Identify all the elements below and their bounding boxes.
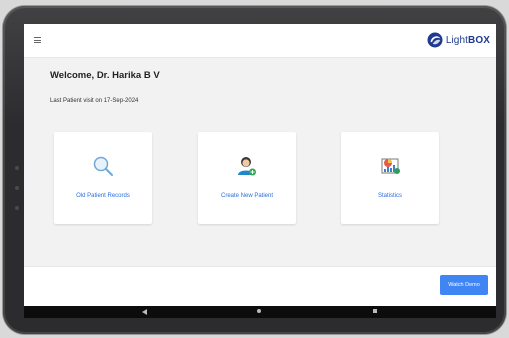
sensor-dot [15,166,19,170]
statistics-icon [381,158,400,174]
logo-text: LightBOX [446,35,490,46]
card-label-old-patient-records: Old Patient Records [76,193,130,199]
create-new-patient-card[interactable]: Create New Patient [198,132,296,224]
android-navbar [24,306,496,318]
recent-square-icon[interactable] [373,309,377,313]
watch-demo-button[interactable]: Watch Demo [440,275,488,295]
old-patient-records-card[interactable]: Old Patient Records [54,132,152,224]
search-icon [93,156,113,176]
sensor-dot [15,206,19,210]
card-label-create-new-patient: Create New Patient [220,193,274,199]
logo-text-light: Light [445,34,469,46]
home-circle-icon[interactable] [257,309,261,313]
back-triangle-icon[interactable] [142,309,147,315]
add-patient-icon [238,157,256,176]
card-label-statistics: Statistics [377,193,402,199]
statistics-card[interactable]: Statistics [341,132,439,224]
lightbox-logo: LightBOX [426,30,490,50]
app-screen: LightBOX Welcome, Dr. Harika B V Last Pa… [24,24,496,318]
welcome-heading: Welcome, Dr. Harika B V [50,70,160,81]
last-visit-text: Last Patient visit on 17-Sep-2024 [50,98,139,104]
lightbox-logo-icon [427,32,443,48]
logo-text-bold: BOX [468,34,490,46]
app-header: LightBOX [24,24,496,58]
hamburger-menu-icon[interactable] [34,37,41,43]
camera-dot [15,186,19,190]
footer-bar: Watch Demo [24,266,496,307]
